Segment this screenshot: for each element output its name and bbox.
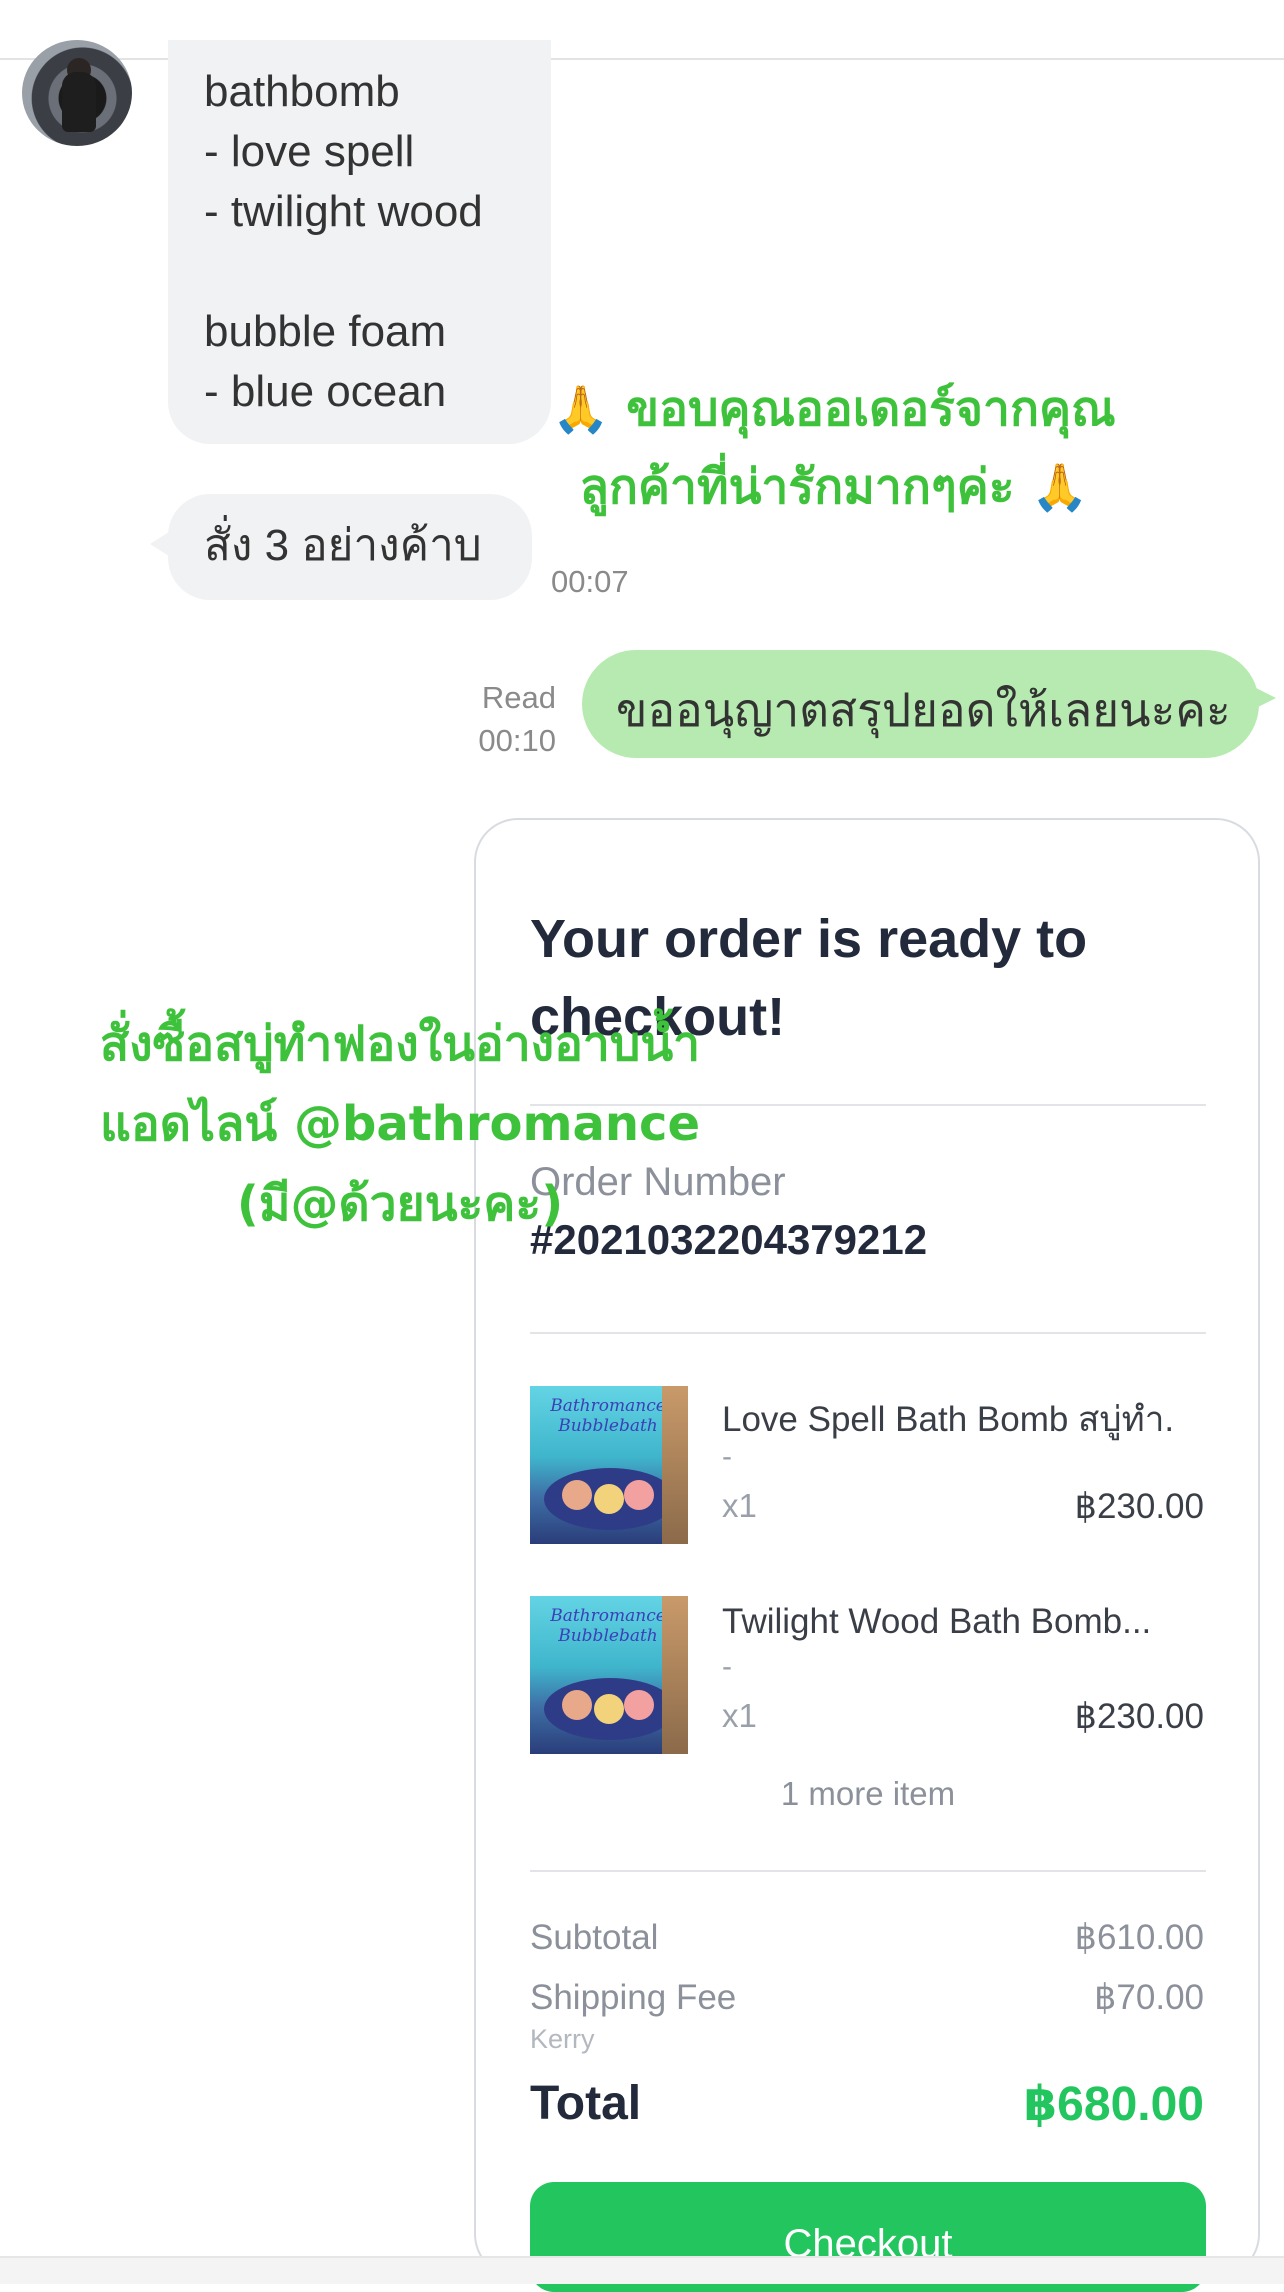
total-value: ฿680.00 [1023,2078,1204,2131]
incoming-message-bubble[interactable]: สั่ง 3 อย่างค้าบ [168,494,532,600]
more-items-link[interactable]: 1 more item [530,1775,1206,1813]
avatar-figure-shape [62,72,96,132]
bath-bomb-shape [594,1484,624,1514]
subtotal-label: Subtotal [530,1918,659,1957]
product-image[interactable]: Bathromance Bubblebath [530,1386,688,1544]
product-image-brand: Bathromance Bubblebath [550,1396,666,1436]
subtotal-value: ฿610.00 [1074,1918,1204,1957]
divider [530,1870,1206,1872]
product-quantity: x1 [722,1697,757,1734]
thanks-text: ขอบคุณออเดอร์จากคุณ [609,381,1116,437]
outgoing-bubble-tail [1252,686,1276,710]
promo-overlay-text: สั่งซื้อสบู่ทำฟองในอ่างอาบน้ำ แอดไลน์ @b… [20,1004,780,1244]
product-price: ฿230.00 [1074,1487,1204,1526]
thanks-line: ลูกค้าที่น่ารักมากๆค่ะ 🙏 [484,448,1184,526]
bottom-bar [0,2256,1284,2284]
bath-bomb-shape [562,1480,592,1510]
product-price: ฿230.00 [1074,1697,1204,1736]
product-image-brand: Bathromance Bubblebath [550,1606,666,1646]
pray-emoji-icon: 🙏 [552,382,610,436]
read-label: Read [481,680,556,715]
product-variant: - [722,1650,732,1683]
bath-bomb-shape [624,1480,654,1510]
thanks-text: ลูกค้าที่น่ารักมากๆค่ะ [579,459,1032,515]
divider [530,1332,1206,1334]
product-variant: - [722,1440,732,1473]
wood-shape [662,1386,688,1544]
shipping-fee-value: ฿70.00 [1094,1978,1204,2017]
total-label: Total [530,2077,642,2130]
product-quantity: x1 [722,1487,757,1524]
bath-bomb-shape [594,1694,624,1724]
bath-bomb-shape [562,1690,592,1720]
wood-shape [662,1596,688,1754]
message-timestamp: 00:10 [478,723,556,758]
product-name[interactable]: Twilight Wood Bath Bomb... [722,1602,1151,1642]
product-name[interactable]: Love Spell Bath Bomb สบู่ทำ. [722,1392,1174,1447]
thanks-line: 🙏 ขอบคุณออเดอร์จากคุณ [484,370,1184,448]
shipping-carrier: Kerry [530,2024,595,2054]
promo-line: แอดไลน์ @bathromance [99,1096,701,1152]
outgoing-message-bubble[interactable]: ขออนุญาตสรุปยอดให้เลยนะคะ [582,650,1259,758]
promo-line: (มี@ด้วยนะคะ) [236,1176,564,1232]
avatar[interactable] [22,40,132,146]
shipping-fee-label: Shipping Fee [530,1978,737,2017]
read-receipt: Read 00:10 [460,676,556,762]
thanks-overlay-text: 🙏 ขอบคุณออเดอร์จากคุณ ลูกค้าที่น่ารักมาก… [484,370,1184,526]
pray-emoji-icon: 🙏 [1031,460,1089,514]
product-image[interactable]: Bathromance Bubblebath [530,1596,688,1754]
message-timestamp: 00:07 [551,564,629,599]
bath-bomb-shape [624,1690,654,1720]
promo-line: สั่งซื้อสบู่ทำฟองในอ่างอาบน้ำ [99,1016,701,1072]
